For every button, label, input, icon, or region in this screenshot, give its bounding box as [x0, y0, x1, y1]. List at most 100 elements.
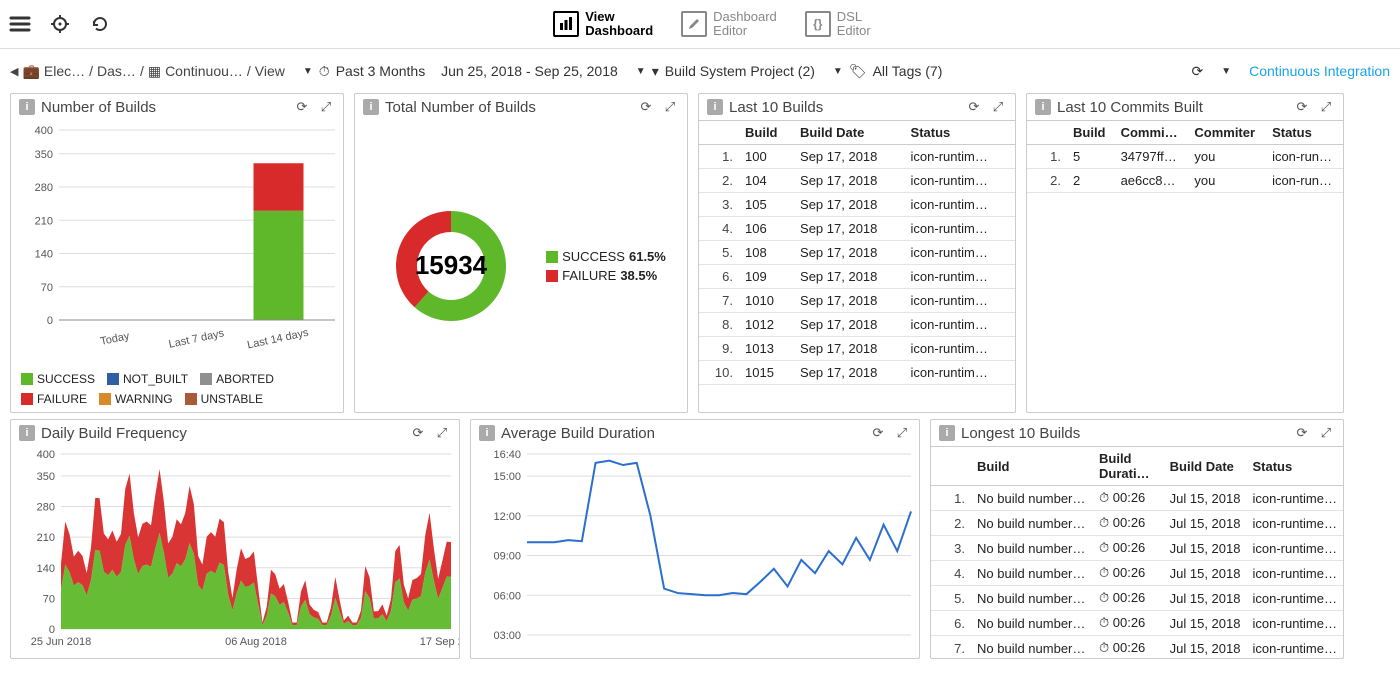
svg-text:140: 140	[35, 249, 53, 261]
time-range-filter[interactable]: ▼ ⏱ Past 3 Months Jun 25, 2018 - Sep 25,…	[303, 63, 618, 80]
stopwatch-icon: ⏱	[1099, 590, 1109, 605]
legend-item[interactable]: NOT_BUILT	[107, 372, 188, 386]
nav-dashboard-editor[interactable]: DashboardEditor	[681, 10, 777, 37]
funnel-icon: ▾	[652, 63, 659, 80]
svg-text:15:00: 15:00	[493, 471, 521, 483]
expand-icon[interactable]: ⤢	[1317, 424, 1335, 442]
breadcrumb-part[interactable]: Das…	[97, 63, 136, 79]
svg-text:400: 400	[37, 449, 55, 461]
line-chart: 03:0006:0009:0012:0015:0016:40	[471, 446, 920, 651]
expand-icon[interactable]: ⤢	[893, 424, 911, 442]
expand-icon[interactable]: ⤢	[433, 424, 451, 442]
refresh-icon[interactable]: ⟳	[1293, 424, 1311, 442]
card-title: Last 10 Commits Built	[1057, 99, 1287, 116]
svg-text:Last 7 days: Last 7 days	[168, 327, 226, 351]
breadcrumb-part[interactable]: Continuou…	[165, 63, 243, 79]
stopwatch-icon: ⏱	[1099, 640, 1109, 655]
table-row[interactable]: 2.104Sep 17, 2018icon-runtim…	[699, 169, 1015, 193]
table-row[interactable]: 6.109Sep 17, 2018icon-runtim…	[699, 265, 1015, 289]
table-row[interactable]: 10.1015Sep 17, 2018icon-runtim…	[699, 361, 1015, 385]
ci-link[interactable]: Continuous Integration	[1249, 63, 1390, 79]
braces-icon: {}	[805, 11, 831, 37]
grid-icon: ▦	[148, 63, 161, 80]
refresh-icon[interactable]: ⟳	[409, 424, 427, 442]
table-row[interactable]: 6.No build number …⏱ 00:26Jul 15, 2018ic…	[931, 611, 1343, 636]
longest-table: Build Build Durati… Build Date Status 1.…	[931, 446, 1343, 659]
table-row[interactable]: 4.No build number …⏱ 00:26Jul 15, 2018ic…	[931, 561, 1343, 586]
col-date: Build Date	[794, 121, 905, 145]
table-row[interactable]: 7.No build number …⏱ 00:26Jul 15, 2018ic…	[931, 636, 1343, 660]
info-icon[interactable]: i	[363, 99, 379, 115]
svg-text:06:00: 06:00	[493, 590, 521, 602]
time-label: Past 3 Months	[336, 63, 426, 79]
legend-item[interactable]: FAILURE 38.5%	[546, 268, 666, 283]
svg-text:Today: Today	[99, 330, 131, 348]
card-avg-duration: i Average Build Duration ⟳ ⤢ 03:0006:000…	[470, 419, 920, 659]
table-row[interactable]: 1.534797ff…youicon-run…	[1027, 145, 1343, 169]
table-row[interactable]: 5.108Sep 17, 2018icon-runtim…	[699, 241, 1015, 265]
stopwatch-icon: ⏱	[1099, 615, 1109, 630]
bar-chart-icon	[553, 11, 579, 37]
card-total-builds: i Total Number of Builds ⟳ ⤢ 15934 SUCCE…	[354, 93, 688, 413]
table-row[interactable]: 1.No build number …⏱ 00:26Jul 15, 2018ic…	[931, 486, 1343, 511]
info-icon[interactable]: i	[479, 425, 495, 441]
card-last-10-builds: i Last 10 Builds ⟳ ⤢ Build Build Date St…	[698, 93, 1016, 413]
legend-item[interactable]: FAILURE	[21, 392, 87, 406]
info-icon[interactable]: i	[19, 99, 35, 115]
nav-label: Dashboard	[585, 24, 653, 38]
table-row[interactable]: 7.1010Sep 17, 2018icon-runtim…	[699, 289, 1015, 313]
card-number-of-builds: i Number of Builds ⟳ ⤢ 07014021028035040…	[10, 93, 344, 413]
legend-item[interactable]: SUCCESS	[21, 372, 95, 386]
nav-label: Dashboard	[713, 10, 777, 24]
table-row[interactable]: 1.100Sep 17, 2018icon-runtim…	[699, 145, 1015, 169]
svg-text:140: 140	[37, 563, 55, 575]
menu-icon[interactable]	[8, 12, 32, 36]
nav-label: View	[585, 10, 653, 24]
breadcrumb-part[interactable]: Elec…	[44, 63, 85, 79]
expand-icon[interactable]: ⤢	[989, 98, 1007, 116]
refresh-icon[interactable]: ⟳	[869, 424, 887, 442]
legend-item[interactable]: SUCCESS 61.5%	[546, 249, 666, 264]
pencil-icon	[681, 11, 707, 37]
commits-table: Build Commi… Commiter Status 1.534797ff……	[1027, 120, 1343, 193]
svg-text:210: 210	[35, 215, 53, 227]
svg-text:400: 400	[35, 125, 53, 137]
refresh-icon[interactable]: ⟳	[293, 98, 311, 116]
table-row[interactable]: 9.1013Sep 17, 2018icon-runtim…	[699, 337, 1015, 361]
refresh-icon[interactable]: ⟳	[1293, 98, 1311, 116]
legend-item[interactable]: WARNING	[99, 392, 173, 406]
svg-text:09:00: 09:00	[493, 551, 521, 563]
chevron-down-icon[interactable]: ▼	[1221, 66, 1231, 77]
col-build: Build	[739, 121, 794, 145]
table-row[interactable]: 2.No build number …⏱ 00:26Jul 15, 2018ic…	[931, 511, 1343, 536]
info-icon[interactable]: i	[19, 425, 35, 441]
refresh-icon[interactable]: ⟳	[637, 98, 655, 116]
refresh-icon[interactable]: ⟳	[1191, 63, 1203, 80]
target-icon[interactable]	[48, 12, 72, 36]
stopwatch-icon: ⏱	[1099, 490, 1109, 505]
expand-icon[interactable]: ⤢	[661, 98, 679, 116]
nav-label: DSL	[837, 10, 871, 24]
legend-item[interactable]: UNSTABLE	[185, 392, 263, 406]
table-row[interactable]: 8.1012Sep 17, 2018icon-runtim…	[699, 313, 1015, 337]
table-row[interactable]: 2.2ae6cc8…youicon-run…	[1027, 169, 1343, 193]
tags-filter[interactable]: ▼ 🏷 All Tags (7)	[833, 63, 942, 80]
refresh-all-icon[interactable]	[88, 12, 112, 36]
expand-icon[interactable]: ⤢	[317, 98, 335, 116]
nav-dsl-editor[interactable]: {} DSLEditor	[805, 10, 871, 37]
col-date: Build Date	[1164, 447, 1247, 486]
legend-item[interactable]: ABORTED	[200, 372, 274, 386]
last-10-table: Build Build Date Status 1.100Sep 17, 201…	[699, 120, 1015, 385]
table-row[interactable]: 4.106Sep 17, 2018icon-runtim…	[699, 217, 1015, 241]
nav-view-dashboard[interactable]: ViewDashboard	[553, 10, 653, 37]
expand-icon[interactable]: ⤢	[1317, 98, 1335, 116]
table-row[interactable]: 3.105Sep 17, 2018icon-runtim…	[699, 193, 1015, 217]
table-row[interactable]: 5.No build number …⏱ 00:26Jul 15, 2018ic…	[931, 586, 1343, 611]
project-filter[interactable]: ▼ ▾ Build System Project (2)	[636, 63, 815, 80]
svg-text:16:40: 16:40	[493, 449, 521, 461]
refresh-icon[interactable]: ⟳	[965, 98, 983, 116]
info-icon[interactable]: i	[939, 425, 955, 441]
info-icon[interactable]: i	[1035, 99, 1051, 115]
info-icon[interactable]: i	[707, 99, 723, 115]
table-row[interactable]: 3.No build number …⏱ 00:26Jul 15, 2018ic…	[931, 536, 1343, 561]
